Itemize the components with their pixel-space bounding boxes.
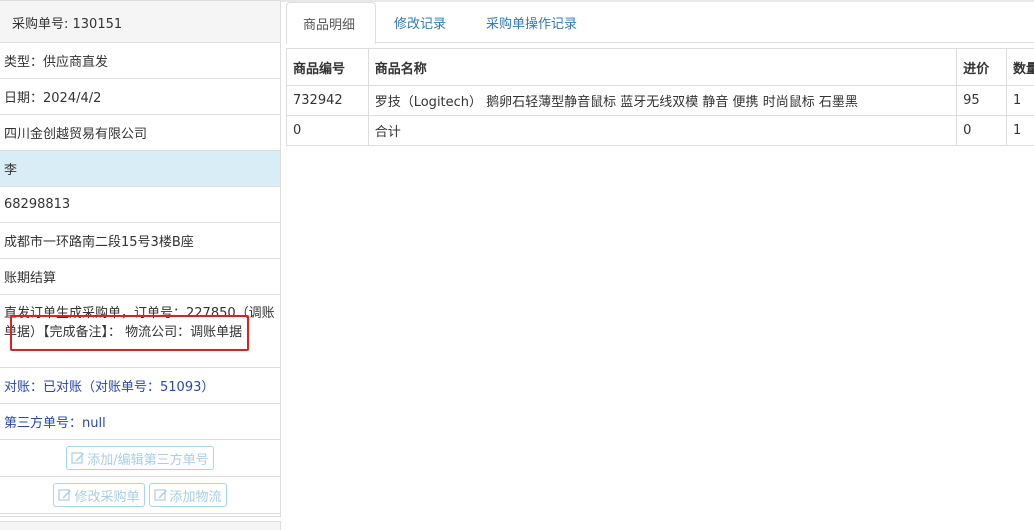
supplier-address: 成都市一环路南二段15号3楼B座 (0, 223, 280, 259)
detail-tabs: 商品明细 修改记录 采购单操作记录 (286, 0, 1034, 44)
cell-product-name: 罗技（Logitech） 鹅卵石轻薄型静音鼠标 蓝牙无线双模 静音 便携 时尚鼠… (367, 85, 958, 116)
edit-third-party-button[interactable]: 添加/编辑第三方单号 (66, 446, 214, 470)
third-party-number: 第三方单号：null (0, 404, 280, 440)
product-table-wrapper: 商品编号 商品名称 进价 数量 732942 罗技（Logitech） 鹅卵石轻… (286, 48, 1034, 146)
order-info-panel: 采购单号: 130151 类型：供应商直发 日期：2024/4/2 四川金创越贸… (0, 0, 281, 517)
tab-operation-log[interactable]: 采购单操作记录 (470, 2, 593, 44)
supplier-name: 四川金创越贸易有限公司 (0, 115, 280, 151)
edit-icon (58, 489, 72, 501)
col-quantity: 数量 (1005, 48, 1034, 86)
tab-modify-log[interactable]: 修改记录 (378, 2, 462, 44)
add-logistics-button[interactable]: 添加物流 (148, 483, 227, 507)
next-panel-edge (0, 521, 281, 530)
cell-product-name: 合计 (367, 115, 958, 146)
third-party-button-row: 添加/编辑第三方单号 (0, 440, 280, 477)
cell-product-code: 732942 (286, 85, 369, 116)
col-price: 进价 (956, 48, 1007, 86)
tab-product-details[interactable]: 商品明细 (286, 2, 376, 44)
order-type: 类型：供应商直发 (0, 43, 280, 79)
order-remark: 直发订单生成采购单，订单号：227850（调账单据）【完成备注】： 物流公司：调… (0, 295, 280, 368)
cell-price: 95 (956, 85, 1007, 116)
col-product-code: 商品编号 (286, 48, 369, 86)
cell-quantity: 1 (1005, 85, 1034, 116)
cell-quantity: 1 (1005, 115, 1034, 146)
settlement-method: 账期结算 (0, 259, 280, 295)
edit-icon (153, 489, 167, 501)
order-number-header: 采购单号: 130151 (0, 1, 280, 43)
contact-name: 李 (0, 151, 280, 187)
purchase-order-page: 采购单号: 130151 类型：供应商直发 日期：2024/4/2 四川金创越贸… (0, 0, 1034, 530)
action-button-row: 修改采购单 添加物流 (0, 477, 280, 514)
cell-product-code: 0 (286, 115, 369, 146)
product-table: 商品编号 商品名称 进价 数量 732942 罗技（Logitech） 鹅卵石轻… (286, 48, 1034, 146)
highlight-box (10, 315, 249, 351)
table-row: 732942 罗技（Logitech） 鹅卵石轻薄型静音鼠标 蓝牙无线双模 静音… (286, 85, 1034, 116)
edit-order-button[interactable]: 修改采购单 (53, 483, 145, 507)
table-header-row: 商品编号 商品名称 进价 数量 (286, 48, 1034, 86)
edit-icon (71, 452, 85, 464)
contact-phone: 68298813 (0, 187, 280, 223)
reconcile-status: 对账：已对账（对账单号：51093） (0, 368, 280, 404)
order-date: 日期：2024/4/2 (0, 79, 280, 115)
col-product-name: 商品名称 (367, 48, 958, 86)
table-row: 0 合计 0 1 (286, 115, 1034, 146)
cell-price: 0 (956, 115, 1007, 146)
